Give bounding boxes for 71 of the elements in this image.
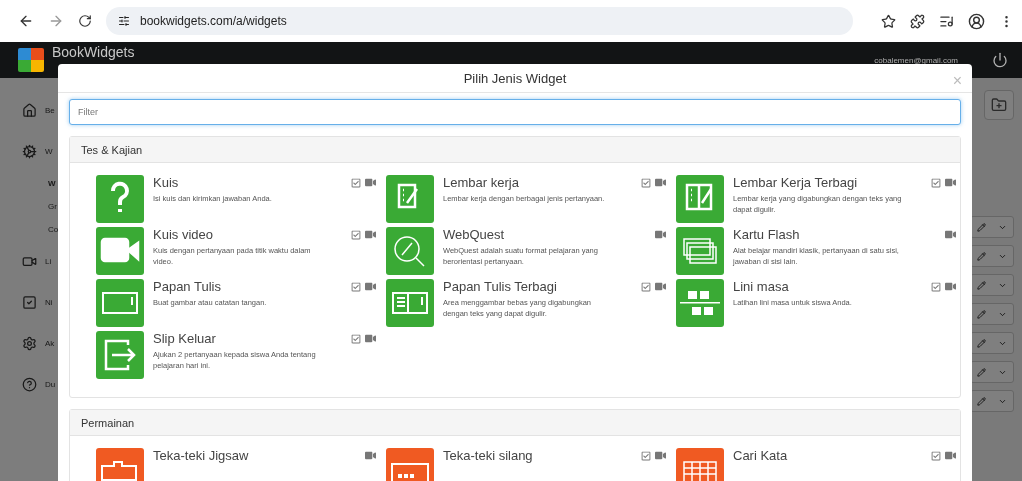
logo-icon bbox=[18, 48, 44, 72]
user-email: cobalemen@gmail.com bbox=[874, 55, 958, 65]
widget-tile-icon[interactable] bbox=[386, 227, 434, 275]
address-bar[interactable]: bookwidgets.com/a/widgets bbox=[106, 7, 853, 35]
edit-dropdown-button[interactable] bbox=[970, 216, 1014, 238]
widget-tile-icon[interactable] bbox=[96, 227, 144, 275]
folder-plus-icon bbox=[991, 97, 1007, 113]
edit-dropdown-button[interactable] bbox=[970, 274, 1014, 296]
widget-title[interactable]: Lembar Kerja Terbagi bbox=[733, 175, 858, 190]
widget-tile-icon[interactable] bbox=[386, 279, 434, 327]
edit-dropdown-button[interactable] bbox=[970, 245, 1014, 267]
widget-title[interactable]: Lembar kerja bbox=[443, 175, 519, 190]
widget-title[interactable]: Kuis bbox=[153, 175, 179, 190]
widget-title[interactable]: Kuis video bbox=[153, 227, 213, 242]
pencil-icon bbox=[977, 251, 986, 261]
filter-field[interactable]: Filter bbox=[69, 99, 961, 125]
home-icon bbox=[22, 103, 37, 118]
widget-tile-icon[interactable] bbox=[96, 331, 144, 379]
help-icon bbox=[22, 377, 37, 392]
edit-dropdown-button[interactable] bbox=[970, 332, 1014, 354]
sidebar-label[interactable]: Li bbox=[45, 257, 52, 266]
widget-title[interactable]: Papan Tulis bbox=[153, 279, 221, 294]
widget-tile-icon[interactable] bbox=[386, 175, 434, 223]
sidebar-label[interactable]: Gr bbox=[48, 202, 57, 211]
reload-icon[interactable] bbox=[78, 14, 92, 28]
edit-dropdown-button[interactable] bbox=[970, 390, 1014, 412]
sidebar-label[interactable]: Ak bbox=[45, 339, 55, 348]
widget-title[interactable]: Papan Tulis Terbagi bbox=[443, 279, 557, 294]
widget-tile-icon[interactable] bbox=[96, 279, 144, 327]
site-info-icon[interactable] bbox=[118, 15, 130, 27]
sidebar-label[interactable]: Du bbox=[45, 380, 56, 389]
pencil-icon bbox=[977, 396, 986, 406]
widget-tile-icon[interactable] bbox=[96, 175, 144, 223]
sidebar-label[interactable]: W bbox=[48, 179, 56, 188]
widget-title[interactable]: Lini masa bbox=[733, 279, 789, 294]
gear-icon bbox=[22, 336, 37, 351]
widget-tile-icon[interactable] bbox=[676, 279, 724, 327]
app-logo-text: BookWidgets bbox=[52, 44, 135, 60]
sidebar-label[interactable]: Co bbox=[48, 225, 59, 234]
star-icon[interactable] bbox=[881, 13, 896, 29]
back-icon[interactable] bbox=[18, 13, 34, 29]
widget-title[interactable]: Teka-teki silang bbox=[443, 448, 533, 463]
sidebar-label[interactable]: Ni bbox=[45, 298, 53, 307]
pencil-icon bbox=[977, 222, 986, 232]
widget-title[interactable]: Teka-teki Jigsaw bbox=[153, 448, 249, 463]
widget-title[interactable]: WebQuest bbox=[443, 227, 505, 242]
profile-icon[interactable] bbox=[968, 12, 985, 30]
widget-title[interactable]: Slip Keluar bbox=[153, 331, 216, 346]
sidebar-label[interactable]: W bbox=[45, 147, 53, 156]
section-title: Tes & Kajian bbox=[70, 137, 960, 163]
check-icon bbox=[22, 295, 37, 310]
edit-dropdown-button[interactable] bbox=[970, 361, 1014, 383]
pencil-icon bbox=[977, 280, 986, 290]
pencil-icon bbox=[977, 338, 986, 348]
new-folder-button[interactable] bbox=[984, 90, 1014, 120]
widget-tile-icon[interactable] bbox=[676, 175, 724, 223]
forward-icon[interactable] bbox=[48, 13, 64, 29]
pencil-icon bbox=[977, 367, 986, 377]
extensions-icon[interactable] bbox=[910, 13, 925, 29]
video-icon bbox=[22, 254, 37, 269]
widget-title[interactable]: Cari Kata bbox=[733, 448, 788, 463]
queue-icon[interactable] bbox=[939, 13, 954, 29]
dialog-title: Pilih Jenis Widget bbox=[463, 70, 567, 86]
widget-title[interactable]: Kartu Flash bbox=[733, 227, 800, 242]
section-title: Permainan bbox=[70, 410, 960, 436]
widget-tile-icon[interactable] bbox=[676, 227, 724, 275]
sidebar-label[interactable]: Be bbox=[45, 106, 55, 115]
edit-dropdown-button[interactable] bbox=[970, 303, 1014, 325]
gears-icon bbox=[22, 144, 37, 159]
power-icon[interactable] bbox=[992, 52, 1008, 68]
pencil-icon bbox=[977, 309, 986, 319]
